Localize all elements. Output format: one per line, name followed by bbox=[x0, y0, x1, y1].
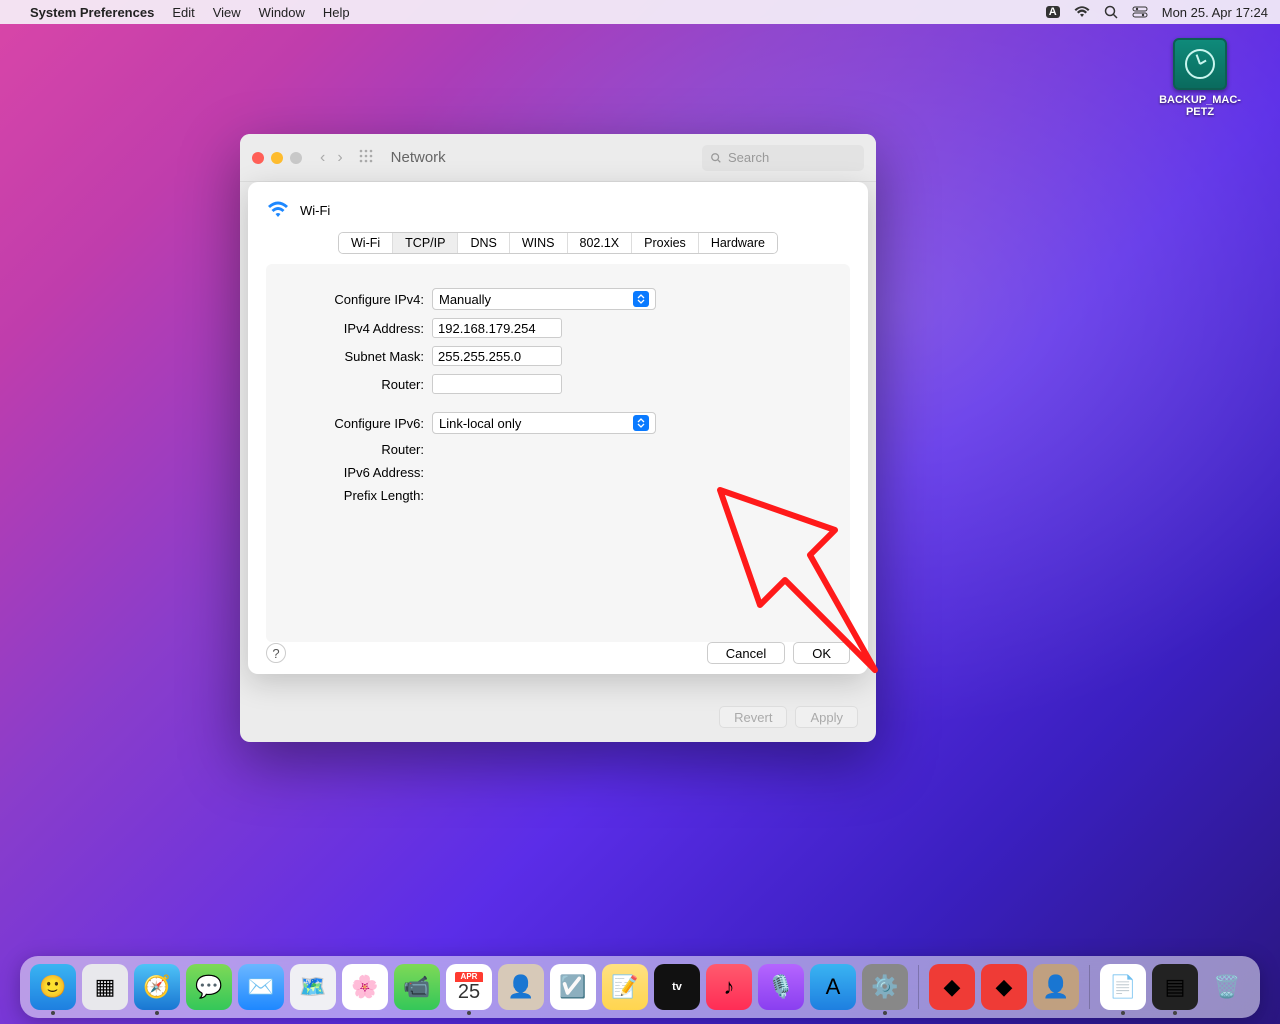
menubar: System Preferences Edit View Window Help… bbox=[0, 0, 1280, 24]
chevron-updown-icon bbox=[633, 291, 649, 307]
dock-item-calendar[interactable]: APR25 bbox=[446, 964, 492, 1010]
dock: 🙂▦🧭💬✉️🗺️🌸📹APR25👤☑️📝tv♪🎙️A⚙️◆◆👤📄▤🗑️ bbox=[20, 956, 1260, 1018]
dock-item-anydesk-1[interactable]: ◆ bbox=[929, 964, 975, 1010]
router-v6-label: Router: bbox=[294, 442, 424, 457]
window-title: Network bbox=[391, 149, 446, 166]
dock-item-facetime[interactable]: 📹 bbox=[394, 964, 440, 1010]
control-center-icon[interactable] bbox=[1132, 6, 1148, 18]
dock-item-podcasts[interactable]: 🎙️ bbox=[758, 964, 804, 1010]
subnet-mask-input[interactable]: 255.255.255.0 bbox=[432, 346, 562, 366]
tab-tcpip[interactable]: TCP/IP bbox=[393, 233, 458, 253]
configure-ipv4-label: Configure IPv4: bbox=[294, 292, 424, 307]
dock-item-maps[interactable]: 🗺️ bbox=[290, 964, 336, 1010]
back-button[interactable]: ‹ bbox=[320, 149, 325, 167]
wifi-icon bbox=[266, 198, 290, 222]
router-v4-label: Router: bbox=[294, 377, 424, 392]
subnet-mask-label: Subnet Mask: bbox=[294, 349, 424, 364]
desktop-disk-label: BACKUP_MAC-PETZ bbox=[1159, 94, 1241, 118]
search-placeholder: Search bbox=[728, 150, 769, 165]
menu-edit[interactable]: Edit bbox=[172, 5, 194, 20]
apply-button: Apply bbox=[795, 706, 858, 728]
menu-window[interactable]: Window bbox=[259, 5, 305, 20]
tab-hardware[interactable]: Hardware bbox=[699, 233, 777, 253]
menubar-clock[interactable]: Mon 25. Apr 17:24 bbox=[1162, 5, 1268, 20]
dock-item-anydesk-2[interactable]: ◆ bbox=[981, 964, 1027, 1010]
dock-item-messages[interactable]: 💬 bbox=[186, 964, 232, 1010]
subnet-mask-value: 255.255.255.0 bbox=[438, 349, 521, 364]
dock-item-launchpad[interactable]: ▦ bbox=[82, 964, 128, 1010]
tab-wins[interactable]: WINS bbox=[510, 233, 568, 253]
dock-item-document[interactable]: 📄 bbox=[1100, 964, 1146, 1010]
network-preferences-window: ‹ › Network Search Wi-Fi Wi-Fi TCP/IP DN… bbox=[240, 134, 876, 742]
spotlight-icon[interactable] bbox=[1104, 5, 1118, 19]
ipv4-address-value: 192.168.179.254 bbox=[438, 321, 536, 336]
configure-ipv4-value: Manually bbox=[439, 292, 491, 307]
search-field[interactable]: Search bbox=[702, 145, 864, 171]
dock-item-system-preferences[interactable]: ⚙️ bbox=[862, 964, 908, 1010]
dock-item-safari[interactable]: 🧭 bbox=[134, 964, 180, 1010]
forward-button[interactable]: › bbox=[337, 149, 342, 167]
dock-item-mail[interactable]: ✉️ bbox=[238, 964, 284, 1010]
dock-item-appstore[interactable]: A bbox=[810, 964, 856, 1010]
close-button[interactable] bbox=[252, 152, 264, 164]
tab-strip: Wi-Fi TCP/IP DNS WINS 802.1X Proxies Har… bbox=[338, 232, 778, 254]
tab-wifi[interactable]: Wi-Fi bbox=[339, 233, 393, 253]
ipv4-address-label: IPv4 Address: bbox=[294, 321, 424, 336]
dock-item-photos[interactable]: 🌸 bbox=[342, 964, 388, 1010]
dock-item-user-photo[interactable]: 👤 bbox=[1033, 964, 1079, 1010]
help-button[interactable]: ? bbox=[266, 643, 286, 663]
dock-item-finder[interactable]: 🙂 bbox=[30, 964, 76, 1010]
desktop-disk-backup[interactable]: BACKUP_MAC-PETZ bbox=[1160, 38, 1240, 118]
configure-ipv6-label: Configure IPv6: bbox=[294, 416, 424, 431]
zoom-button[interactable] bbox=[290, 152, 302, 164]
configure-ipv4-select[interactable]: Manually bbox=[432, 288, 656, 310]
tab-dns[interactable]: DNS bbox=[458, 233, 509, 253]
router-v4-input[interactable] bbox=[432, 374, 562, 394]
revert-button: Revert bbox=[719, 706, 787, 728]
chevron-updown-icon bbox=[633, 415, 649, 431]
ipv4-address-input[interactable]: 192.168.179.254 bbox=[432, 318, 562, 338]
menu-view[interactable]: View bbox=[213, 5, 241, 20]
search-icon bbox=[710, 152, 722, 164]
app-menu[interactable]: System Preferences bbox=[30, 5, 154, 20]
configure-ipv6-value: Link-local only bbox=[439, 416, 521, 431]
ipv6-address-label: IPv6 Address: bbox=[294, 465, 424, 480]
dock-item-appletv[interactable]: tv bbox=[654, 964, 700, 1010]
interface-name: Wi-Fi bbox=[300, 203, 330, 218]
dock-item-dark-app[interactable]: ▤ bbox=[1152, 964, 1198, 1010]
dock-separator bbox=[1089, 965, 1090, 1009]
dock-separator bbox=[918, 965, 919, 1009]
dock-item-reminders[interactable]: ☑️ bbox=[550, 964, 596, 1010]
tcpip-form: Configure IPv4: Manually IPv4 Address: 1… bbox=[266, 264, 850, 642]
dock-item-music[interactable]: ♪ bbox=[706, 964, 752, 1010]
dock-item-notes[interactable]: 📝 bbox=[602, 964, 648, 1010]
show-all-icon[interactable] bbox=[359, 149, 373, 166]
traffic-lights bbox=[252, 152, 302, 164]
minimize-button[interactable] bbox=[271, 152, 283, 164]
prefix-length-label: Prefix Length: bbox=[294, 488, 424, 503]
cancel-button[interactable]: Cancel bbox=[707, 642, 785, 664]
window-titlebar: ‹ › Network Search bbox=[240, 134, 876, 182]
dock-item-contacts[interactable]: 👤 bbox=[498, 964, 544, 1010]
menu-help[interactable]: Help bbox=[323, 5, 350, 20]
ok-button[interactable]: OK bbox=[793, 642, 850, 664]
time-machine-disk-icon bbox=[1173, 38, 1227, 90]
configure-ipv6-select[interactable]: Link-local only bbox=[432, 412, 656, 434]
input-source-icon[interactable]: A bbox=[1046, 6, 1060, 18]
wifi-status-icon[interactable] bbox=[1074, 6, 1090, 18]
tab-proxies[interactable]: Proxies bbox=[632, 233, 699, 253]
dock-item-trash[interactable]: 🗑️ bbox=[1204, 964, 1250, 1010]
tab-8021x[interactable]: 802.1X bbox=[568, 233, 633, 253]
advanced-sheet: Wi-Fi Wi-Fi TCP/IP DNS WINS 802.1X Proxi… bbox=[248, 182, 868, 674]
